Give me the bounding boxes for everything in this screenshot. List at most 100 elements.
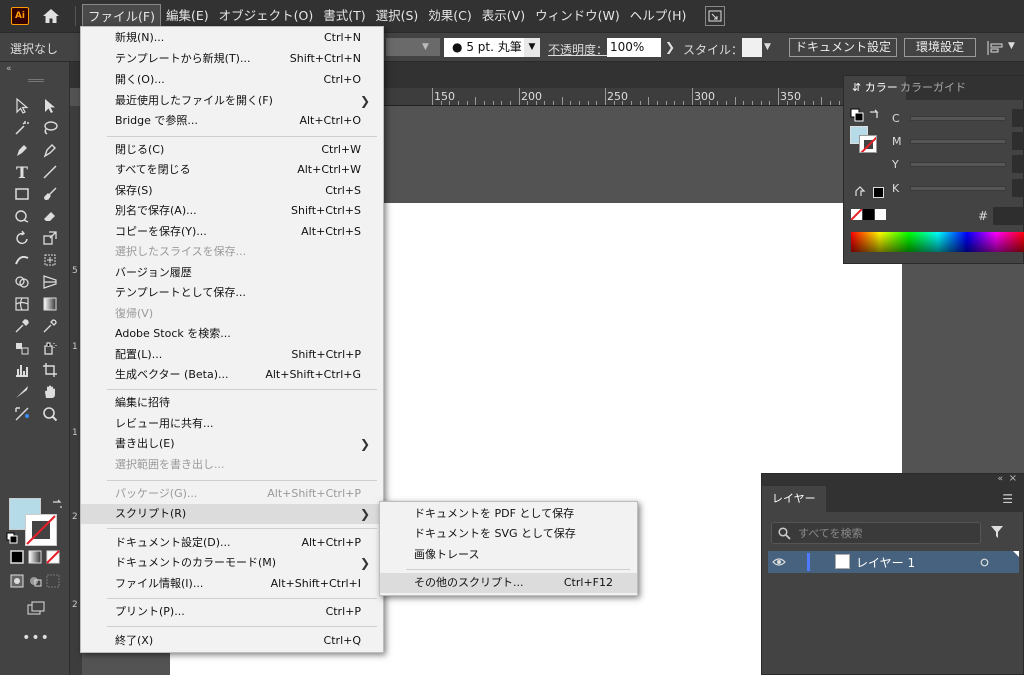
menu-object[interactable]: オブジェクト(O)	[214, 4, 319, 28]
swap-fill-stroke-icon[interactable]	[868, 108, 880, 120]
script-save-svg[interactable]: ドキュメントを SVG として保存	[380, 524, 637, 544]
chevron-down-icon[interactable]: ▼	[1008, 41, 1015, 51]
document-setup-button[interactable]: ドキュメント設定	[789, 38, 897, 57]
white-swatch[interactable]	[875, 209, 886, 220]
menu-generate-vectors[interactable]: 生成ベクター (Beta)... Alt+Shift+Ctrl+G	[81, 365, 383, 385]
menu-new[interactable]: 新規(N)... Ctrl+N	[81, 28, 383, 48]
black-swatch[interactable]	[873, 187, 884, 198]
tab-layers[interactable]: レイヤー	[762, 486, 826, 512]
filter-icon[interactable]	[990, 525, 1004, 539]
preferences-button[interactable]: 環境設定	[904, 38, 976, 57]
free-transform-tool-icon[interactable]	[40, 250, 60, 270]
layer-search-input[interactable]	[798, 523, 978, 543]
menu-save-as-template[interactable]: テンプレートとして保存...	[81, 283, 383, 303]
panel-menu-icon[interactable]: ☰	[1002, 492, 1013, 506]
screen-mode-icon[interactable]	[26, 598, 46, 618]
menu-exit[interactable]: 終了(X) Ctrl+Q	[81, 631, 383, 651]
menu-new-from-template[interactable]: テンプレートから新規(T)... Shift+Ctrl+N	[81, 49, 383, 69]
blend-tool-icon[interactable]	[12, 338, 32, 358]
menu-scripts[interactable]: スクリプト(R) ❯	[81, 504, 383, 524]
menu-browse-bridge[interactable]: Bridge で参照... Alt+Ctrl+O	[81, 111, 383, 131]
chevron-down-icon[interactable]: ▼	[524, 38, 540, 57]
pen-tool-icon[interactable]	[12, 140, 32, 160]
menu-close[interactable]: 閉じる(C) Ctrl+W	[81, 140, 383, 160]
menu-file-info[interactable]: ファイル情報(I)... Alt+Shift+Ctrl+I	[81, 574, 383, 594]
hex-input[interactable]	[993, 207, 1024, 225]
puppet-warp-tool-icon[interactable]	[12, 404, 32, 424]
channel-y-slider[interactable]	[910, 162, 1006, 167]
shape-builder-tool-icon[interactable]	[12, 272, 32, 292]
menu-edit[interactable]: 編集(E)	[161, 4, 214, 28]
paintbrush-tool-icon[interactable]	[40, 184, 60, 204]
layer-search-box[interactable]	[771, 522, 981, 544]
eraser-tool-icon[interactable]	[40, 206, 60, 226]
channel-k-input[interactable]	[1012, 179, 1024, 197]
menu-save-copy[interactable]: コピーを保存(Y)... Alt+Ctrl+S	[81, 222, 383, 242]
menu-effect[interactable]: 効果(C)	[423, 4, 476, 28]
line-tool-icon[interactable]	[40, 162, 60, 182]
home-icon[interactable]	[41, 6, 61, 26]
hand-tool-icon[interactable]	[40, 382, 60, 402]
close-icon[interactable]: ×	[1009, 473, 1017, 484]
more-tools-icon[interactable]: •••	[22, 628, 49, 648]
lasso-tool-icon[interactable]	[40, 118, 60, 138]
target-circle-icon[interactable]	[980, 558, 989, 567]
direct-selection-tool-icon[interactable]	[40, 96, 60, 116]
arrange-documents-icon[interactable]	[705, 6, 726, 26]
menu-open[interactable]: 開く(O)... Ctrl+O	[81, 70, 383, 90]
menu-file[interactable]: ファイル(F)	[82, 4, 161, 28]
channel-c-input[interactable]	[1012, 109, 1024, 127]
menu-save-as[interactable]: 別名で保存(A)... Shift+Ctrl+S	[81, 201, 383, 221]
layer-row[interactable]: レイヤー 1	[768, 551, 1019, 573]
channel-c-slider[interactable]	[910, 116, 1006, 121]
visibility-eye-icon[interactable]	[772, 557, 786, 567]
default-colors-icon[interactable]	[6, 532, 18, 544]
zoom-tool-icon[interactable]	[40, 404, 60, 424]
artboard-tool-icon[interactable]	[40, 360, 60, 380]
channel-m-input[interactable]	[1012, 132, 1024, 150]
channel-k-slider[interactable]	[910, 186, 1006, 191]
channel-y-input[interactable]	[1012, 155, 1024, 173]
scale-tool-icon[interactable]	[40, 228, 60, 248]
shaper-tool-icon[interactable]	[12, 206, 32, 226]
stroke-color-swatch[interactable]	[25, 514, 57, 546]
menu-export[interactable]: 書き出し(E) ❯	[81, 434, 383, 454]
menu-window[interactable]: ウィンドウ(W)	[530, 4, 625, 28]
draw-behind-icon[interactable]	[28, 574, 42, 588]
none-mode-icon[interactable]	[46, 550, 60, 564]
gradient-tool-icon[interactable]	[40, 294, 60, 314]
menu-version-history[interactable]: バージョン履歴	[81, 263, 383, 283]
perspective-grid-tool-icon[interactable]	[40, 272, 60, 292]
tab-color-guide[interactable]: カラーガイド	[892, 76, 974, 100]
type-tool-icon[interactable]: T	[12, 162, 32, 182]
script-other-scripts[interactable]: その他のスクリプト... Ctrl+F12	[380, 573, 637, 593]
menu-help[interactable]: ヘルプ(H)	[625, 4, 692, 28]
align-icon[interactable]	[985, 39, 1005, 57]
eyedropper-tool-icon[interactable]	[12, 316, 32, 336]
menu-share-for-review[interactable]: レビュー用に共有...	[81, 414, 383, 434]
layer-name[interactable]: レイヤー 1	[856, 554, 915, 571]
chevron-down-icon[interactable]: ▼	[422, 38, 436, 56]
menu-print[interactable]: プリント(P)... Ctrl+P	[81, 602, 383, 622]
swap-colors-icon[interactable]	[47, 494, 67, 514]
symbol-sprayer-tool-icon[interactable]	[40, 338, 60, 358]
collapse-panel-icon[interactable]: «	[997, 474, 1003, 484]
rectangle-tool-icon[interactable]	[12, 184, 32, 204]
mesh-tool-icon[interactable]	[12, 294, 32, 314]
menu-place[interactable]: 配置(L)... Shift+Ctrl+P	[81, 345, 383, 365]
draw-inside-icon[interactable]	[46, 574, 60, 588]
out-of-gamut-icon[interactable]	[854, 186, 866, 198]
none-swatch[interactable]	[851, 209, 862, 220]
warp-tool-icon[interactable]	[12, 250, 32, 270]
menu-invite-to-edit[interactable]: 編集に招待	[81, 393, 383, 413]
channel-m-slider[interactable]	[910, 139, 1006, 144]
draw-normal-icon[interactable]	[10, 574, 24, 588]
menu-document-color-mode[interactable]: ドキュメントのカラーモード(M) ❯	[81, 553, 383, 573]
opacity-label[interactable]: 不透明度：	[548, 41, 608, 58]
chevron-right-icon[interactable]: ❯	[665, 40, 675, 54]
selection-tool-icon[interactable]	[12, 96, 32, 116]
menu-view[interactable]: 表示(V)	[477, 4, 530, 28]
chevron-down-icon[interactable]: ▼	[764, 38, 778, 57]
default-fill-stroke-icon[interactable]	[850, 108, 864, 122]
opacity-input[interactable]: 100%	[607, 38, 661, 57]
